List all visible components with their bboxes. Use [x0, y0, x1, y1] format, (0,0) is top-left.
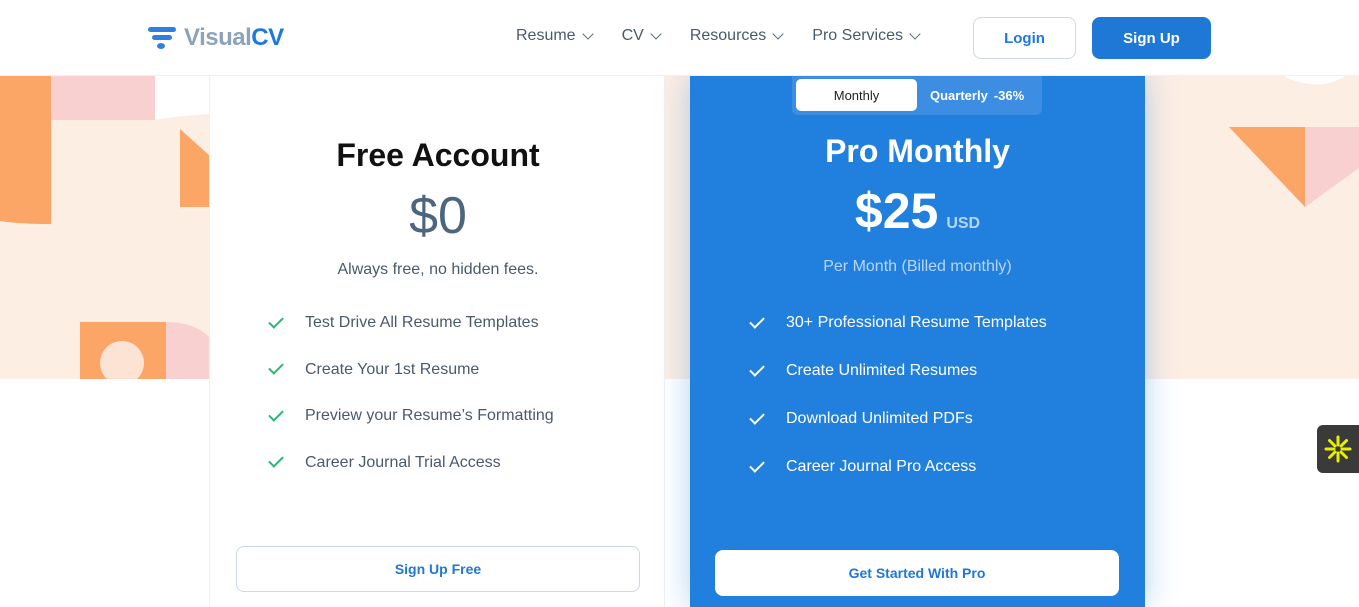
feature-item: Download Unlimited PDFs [748, 395, 1047, 443]
feature-list: 30+ Professional Resume Templates Create… [748, 299, 1047, 491]
nav-label: Pro Services [812, 27, 903, 44]
check-icon [268, 312, 284, 329]
feature-item: Create Unlimited Resumes [748, 347, 1047, 395]
floating-widget-button[interactable] [1317, 425, 1359, 473]
check-icon [749, 312, 765, 329]
feature-label: Create Your 1st Resume [305, 360, 480, 378]
nav-label: Resources [689, 27, 767, 44]
logo-text: VisualCV [184, 24, 284, 52]
logo-text-cv: CV [251, 24, 284, 51]
check-icon [268, 452, 284, 469]
check-icon [749, 408, 765, 425]
plan-price: $0 [409, 187, 467, 245]
feature-label: Career Journal Pro Access [786, 458, 977, 475]
check-icon [268, 359, 284, 376]
logo-icon [148, 25, 176, 51]
plan-title: Pro Monthly [825, 133, 1010, 169]
feature-label: 30+ Professional Resume Templates [786, 314, 1047, 331]
sunburst-icon [1324, 435, 1352, 463]
nav-label: CV [621, 27, 644, 44]
main-nav: Resume CV Resources Pro Services [516, 27, 921, 45]
free-plan-card: Free Account $0 Always free, no hidden f… [209, 76, 665, 607]
get-started-pro-button[interactable]: Get Started With Pro [715, 550, 1119, 596]
discount-badge: -36% [993, 87, 1025, 103]
feature-label: Career Journal Trial Access [305, 453, 501, 471]
chevron-down-icon [772, 28, 784, 40]
logo-text-visual: Visual [184, 24, 252, 51]
feature-item: 30+ Professional Resume Templates [748, 299, 1047, 347]
chevron-down-icon [581, 28, 594, 40]
chevron-down-icon [650, 28, 662, 40]
decorative-background [0, 76, 1359, 379]
plan-title: Free Account [336, 137, 540, 173]
sign-up-free-button[interactable]: Sign Up Free [236, 546, 640, 592]
toggle-quarterly-label: Quarterly [930, 87, 988, 103]
toggle-monthly[interactable]: Monthly [796, 79, 917, 111]
feature-label: Preview your Resume’s Formatting [305, 407, 554, 425]
billing-toggle: Monthly Quarterly -36% [792, 76, 1042, 115]
signup-button[interactable]: Sign Up [1092, 17, 1211, 59]
pro-plan-card: Monthly Quarterly -36% Pro Monthly $25 U… [690, 76, 1145, 607]
chevron-down-icon [909, 28, 921, 40]
nav-item-resume[interactable]: Resume [516, 27, 594, 45]
feature-item: Test Drive All Resume Templates [267, 300, 554, 347]
feature-item: Create Your 1st Resume [267, 347, 554, 394]
feature-label: Test Drive All Resume Templates [305, 314, 539, 332]
feature-item: Career Journal Trial Access [267, 440, 554, 487]
nav-item-cv[interactable]: CV [621, 27, 662, 45]
login-button[interactable]: Login [973, 17, 1076, 59]
plan-subtitle: Per Month (Billed monthly) [823, 258, 1012, 275]
decorative-shapes-left [0, 76, 210, 379]
nav-label: Resume [516, 27, 576, 44]
plan-price: $25 USD [690, 182, 1145, 240]
check-icon [268, 405, 284, 422]
plan-subtitle: Always free, no hidden fees. [337, 261, 539, 278]
nav-item-resources[interactable]: Resources [689, 27, 784, 45]
feature-item: Career Journal Pro Access [748, 443, 1047, 491]
feature-list: Test Drive All Resume Templates Create Y… [267, 300, 554, 486]
feature-item: Preview your Resume’s Formatting [267, 393, 554, 440]
toggle-quarterly[interactable]: Quarterly -36% [930, 79, 1024, 111]
price-currency: USD [946, 215, 981, 232]
check-icon [749, 360, 765, 377]
nav-item-pro-services[interactable]: Pro Services [812, 27, 921, 45]
feature-label: Download Unlimited PDFs [786, 410, 973, 427]
check-icon [749, 456, 765, 473]
feature-label: Create Unlimited Resumes [786, 362, 978, 379]
price-amount: $25 [854, 183, 939, 239]
pricing-page: VisualCV Resume CV Resources Pro Service… [0, 0, 1359, 607]
logo[interactable]: VisualCV [148, 24, 284, 52]
site-header: VisualCV Resume CV Resources Pro Service… [0, 0, 1359, 76]
decorative-shapes-right [1229, 76, 1359, 207]
